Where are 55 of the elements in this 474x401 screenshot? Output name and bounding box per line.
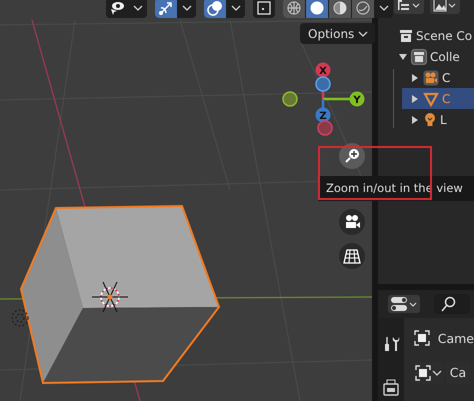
caret-icon	[132, 3, 144, 13]
wireframe-sphere-icon	[286, 0, 302, 16]
outliner-row[interactable]: Scene Co	[378, 25, 474, 46]
expanded-arrow-icon[interactable]	[398, 52, 408, 62]
object-name-label: Came	[438, 330, 474, 346]
display-mode-dropdown[interactable]	[394, 0, 424, 14]
grid-view-button[interactable]	[339, 243, 365, 269]
search-field[interactable]	[434, 294, 470, 314]
light-bulb-icon	[423, 112, 437, 128]
collapsed-arrow-icon[interactable]	[410, 94, 420, 104]
shading-button[interactable]	[283, 0, 305, 18]
box-icon	[399, 28, 413, 42]
light-icon	[12, 310, 28, 326]
collapsed-arrow-icon[interactable]	[410, 114, 420, 124]
options-dropdown[interactable]: Options	[300, 23, 376, 44]
negative-axis-handle[interactable]	[315, 76, 331, 92]
solid-sphere-icon	[309, 0, 325, 16]
caret-icon	[181, 3, 193, 13]
caret-icon	[230, 3, 242, 13]
outliner-row[interactable]: L	[402, 109, 474, 130]
overlay-toggle[interactable]	[204, 0, 226, 18]
caret-icon	[357, 28, 370, 38]
caret-icon	[430, 368, 443, 378]
filter-dropdown[interactable]	[430, 0, 460, 14]
box-icon	[411, 48, 427, 64]
editor-type-dropdown[interactable]	[388, 295, 420, 313]
gizmo-toggle[interactable]	[155, 0, 177, 18]
xray-square-icon	[256, 0, 272, 16]
object-bracket-icon	[414, 330, 430, 346]
material-sphere-icon	[332, 0, 348, 16]
outliner-row[interactable]: Colle	[390, 46, 474, 67]
triangle-icon	[423, 90, 439, 106]
shading-button[interactable]	[306, 0, 328, 18]
rendered-sphere-icon	[355, 0, 371, 16]
zoom-view-button[interactable]	[339, 143, 365, 169]
shading-button[interactable]	[329, 0, 351, 18]
axis-y-handle[interactable]: Y	[323, 92, 364, 106]
overlay-circles-icon	[207, 0, 223, 16]
movie-camera-icon	[343, 214, 361, 230]
3d-cursor-icon	[92, 282, 128, 312]
zoom-magnifier-icon	[344, 148, 360, 164]
camera-back-icon	[382, 379, 400, 397]
caret-icon	[378, 3, 390, 13]
outliner-row[interactable]: C	[402, 67, 474, 88]
gizmo-arrows-icon	[158, 0, 174, 16]
collapsed-arrow-icon[interactable]	[410, 72, 420, 82]
shading-button[interactable]	[352, 0, 374, 18]
grid-plane-icon	[343, 248, 361, 264]
negative-axis-handle[interactable]	[317, 120, 333, 136]
movie-camera-icon	[423, 70, 439, 86]
object-bracket-icon	[414, 365, 431, 381]
search-icon	[440, 296, 456, 312]
eye-pointer-icon	[109, 0, 125, 16]
camera-view-button[interactable]	[339, 209, 365, 235]
negative-axis-handle[interactable]	[282, 91, 298, 107]
